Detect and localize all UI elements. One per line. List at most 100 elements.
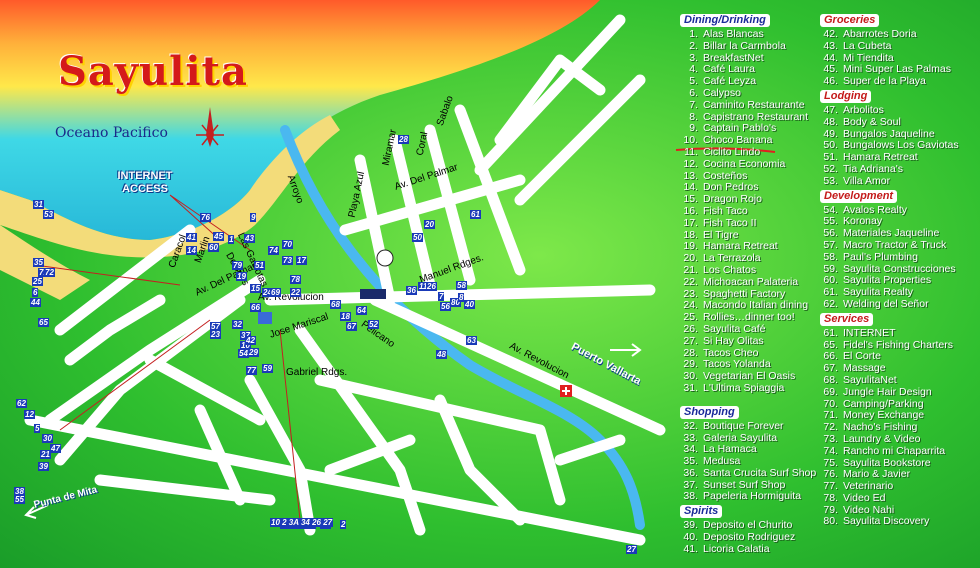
legend-item-number: 22.	[683, 275, 698, 288]
ocean-label: Oceano Pacifico	[55, 125, 168, 141]
legend-item: 78. Video Ed	[808, 491, 959, 505]
map-marker[interactable]: 29	[248, 348, 259, 357]
legend-heading-spirits: Spirits	[680, 505, 723, 519]
legend-item: 57. Macro Tractor & Truck	[808, 238, 959, 252]
map-marker[interactable]: 77	[246, 366, 257, 375]
map-marker[interactable]: 69	[270, 288, 281, 297]
legend-item: 12. Cocina Economia	[668, 157, 816, 171]
map-marker[interactable]: 74	[268, 246, 279, 255]
legend-item-number: 41.	[683, 542, 698, 555]
map-marker[interactable]: 60	[208, 243, 219, 252]
map-marker[interactable]: 40	[464, 300, 475, 309]
legend-item-label: Arbolitos	[843, 103, 884, 116]
legend-item-number: 80.	[823, 515, 838, 528]
internet-label-line2: ACCESS	[122, 183, 168, 195]
map-marker[interactable]: 67	[346, 322, 357, 331]
map-marker[interactable]: 55	[14, 495, 25, 504]
map-marker[interactable]: 15	[250, 284, 261, 293]
legend-item-number: 6.	[689, 86, 698, 99]
map-marker[interactable]: 50	[412, 233, 423, 242]
map-marker[interactable]: 17	[296, 256, 307, 265]
legend-item-number: 12.	[683, 157, 698, 170]
map-marker[interactable]: 39	[38, 462, 49, 471]
map-marker[interactable]: 22	[290, 288, 301, 297]
map-marker[interactable]: 72	[44, 268, 55, 277]
map-marker[interactable]: 44	[30, 298, 41, 307]
map-marker[interactable]: 78	[290, 275, 301, 284]
legend-heading-dining: Dining/Drinking	[680, 14, 770, 27]
legend-item-number: 17.	[683, 216, 698, 229]
legend-item-label: Welding del Señor	[843, 297, 929, 310]
map-marker[interactable]: 20	[424, 220, 435, 229]
map-marker[interactable]: 36	[406, 286, 417, 295]
legend-item: 53. Villa Amor	[808, 174, 959, 188]
map-marker[interactable]: 65	[38, 318, 49, 327]
map-marker[interactable]: 26	[426, 282, 437, 291]
legend-item: 6. Calypso	[668, 86, 816, 100]
map-marker[interactable]: 79	[232, 261, 243, 270]
legend-item-number: 36.	[683, 466, 698, 479]
legend-heading-development: Development	[820, 189, 898, 203]
legend-services-list: 61. INTERNET 65. Fidel's Fishing Charters 66…	[808, 327, 959, 529]
map-marker[interactable]: 70	[282, 240, 293, 249]
map-marker[interactable]: 14	[186, 246, 197, 255]
map-marker[interactable]: 66	[250, 303, 261, 312]
map-marker[interactable]: 58	[456, 281, 467, 290]
map-marker[interactable]: 59	[262, 364, 273, 373]
map-marker[interactable]: 52	[368, 320, 379, 329]
map-marker[interactable]: 23	[210, 330, 221, 339]
legend-item-number: 53.	[823, 174, 838, 187]
map-marker[interactable]: 21	[40, 450, 51, 459]
legend-item: 21. Los Chatos	[668, 263, 816, 277]
map-marker[interactable]: 41	[186, 233, 197, 242]
legend-item-label: Video Ed	[843, 491, 886, 504]
map-marker[interactable]: 32	[232, 320, 243, 329]
map-marker[interactable]: 47	[50, 444, 61, 453]
map-marker[interactable]: 31	[33, 200, 44, 209]
map-marker[interactable]: 48	[436, 350, 447, 359]
map-marker[interactable]: 35	[33, 258, 44, 267]
map-marker[interactable]: 28	[398, 135, 409, 144]
legend-item-label: Boutique Forever	[703, 419, 784, 432]
map-marker[interactable]: 30	[42, 434, 53, 443]
map-canvas: Sayulita Oceano Pacifico INTERNET ACCESS…	[0, 0, 980, 568]
map-marker[interactable]: 45	[213, 232, 224, 241]
legend-item: 62. Welding del Señor	[808, 297, 959, 311]
legend-item: 80. Sayulita Discovery	[808, 516, 959, 528]
map-marker[interactable]: 5	[34, 424, 41, 433]
legend-item-number: 57.	[823, 238, 838, 251]
map-marker[interactable]: 1	[228, 235, 235, 244]
map-marker[interactable]: 42	[245, 336, 256, 345]
map-marker[interactable]: 51	[254, 261, 265, 270]
map-title: Sayulita	[58, 48, 248, 95]
map-marker[interactable]: 61	[470, 210, 481, 219]
map-marker[interactable]: 43	[244, 234, 255, 243]
legend-item-label: La Cubeta	[843, 39, 892, 52]
legend-item-label: Los Chatos	[703, 263, 757, 276]
map-marker[interactable]: 53	[43, 210, 54, 219]
map-marker[interactable]: 27	[626, 545, 637, 554]
legend-item-number: 73.	[823, 432, 838, 445]
legend-item-label: Billar la Carmbola	[703, 39, 786, 52]
legend-heading-lodging: Lodging	[820, 89, 872, 103]
map-marker[interactable]: 64	[356, 306, 367, 315]
map-marker[interactable]: 19	[236, 272, 247, 281]
legend-item: 43. La Cubeta	[808, 39, 959, 53]
map-marker[interactable]: 63	[466, 336, 477, 345]
map-marker[interactable]: 68	[330, 300, 341, 309]
legend-item-label: SayulitaNet	[843, 373, 897, 386]
map-marker[interactable]: 6	[32, 288, 39, 297]
map-marker[interactable]: 9	[250, 213, 257, 222]
map-marker[interactable]: 25	[32, 277, 43, 286]
map-marker[interactable]: 62	[16, 399, 27, 408]
map-marker[interactable]: 12	[24, 410, 35, 419]
map-marker[interactable]: 73	[282, 256, 293, 265]
map-marker[interactable]: 2	[340, 520, 347, 529]
map-marker[interactable]: 18	[340, 312, 351, 321]
legend-item-label: L'Ultima Spiaggia	[703, 381, 785, 394]
map-marker[interactable]: 76	[200, 213, 211, 222]
bridge	[360, 289, 386, 299]
map-marker[interactable]: 7	[438, 292, 445, 301]
map-marker[interactable]: 8	[458, 293, 465, 302]
street-gabriel-rdgs: Gabriel Rdgs.	[286, 367, 348, 378]
